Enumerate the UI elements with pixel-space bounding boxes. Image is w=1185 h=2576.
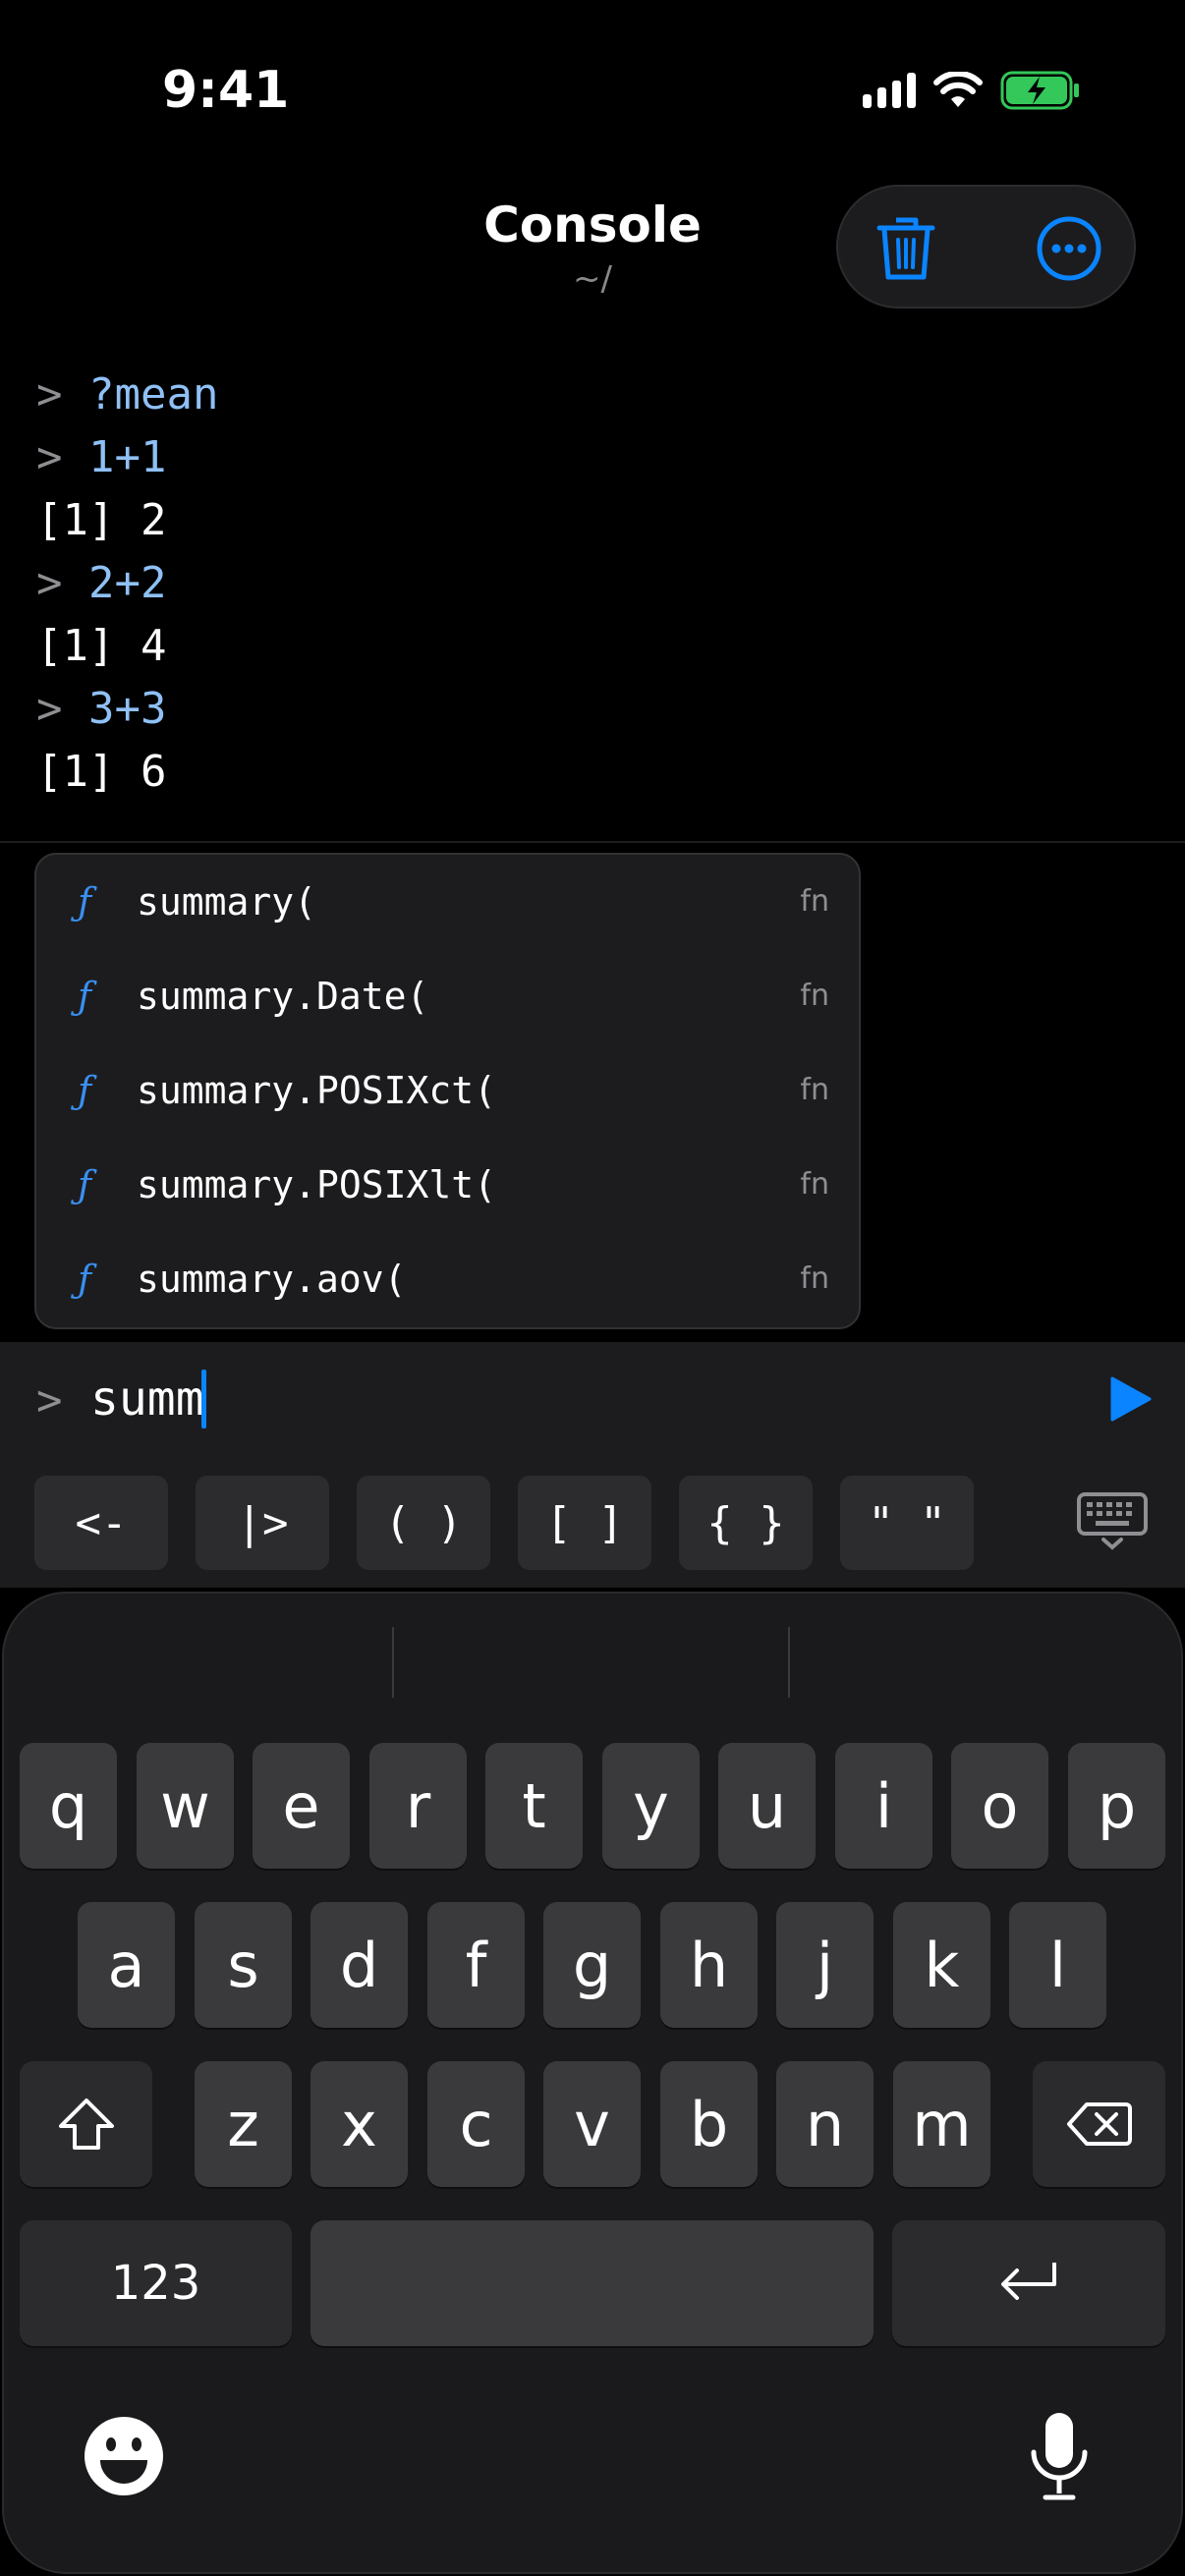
key-k[interactable]: k xyxy=(893,1902,990,2028)
key-v[interactable]: v xyxy=(543,2061,641,2187)
console-line: > 1+1 xyxy=(36,432,167,482)
key-g[interactable]: g xyxy=(543,1902,641,2028)
status-time: 9:41 xyxy=(162,61,290,120)
console-line: > ?mean xyxy=(36,369,219,420)
emoji-button[interactable] xyxy=(83,2415,165,2501)
key-n[interactable]: n xyxy=(776,2061,874,2187)
clear-console-button[interactable] xyxy=(872,214,940,283)
autocomplete-list: ƒ summary( fn ƒ summary.Date( fn ƒ summa… xyxy=(34,853,861,1329)
autocomplete-item[interactable]: ƒ summary.POSIXlt( fn xyxy=(36,1138,859,1232)
key-r[interactable]: r xyxy=(369,1743,467,1869)
console-line: > 2+2 xyxy=(36,558,167,608)
return-icon xyxy=(1001,2263,1056,2300)
autocomplete-item[interactable]: ƒ summary.aov( fn xyxy=(36,1232,859,1326)
assign-key[interactable]: <- xyxy=(34,1476,168,1570)
quotes-key[interactable]: " " xyxy=(840,1476,974,1570)
divider xyxy=(0,841,1185,843)
trash-icon xyxy=(876,217,935,280)
autocomplete-item[interactable]: ƒ summary.POSIXct( fn xyxy=(36,1043,859,1138)
emoji-icon xyxy=(85,2417,163,2495)
dictation-button[interactable] xyxy=(1028,2411,1091,2507)
console-line: [1] 4 xyxy=(36,621,167,671)
hide-keyboard-button[interactable] xyxy=(1076,1491,1149,1550)
key-e[interactable]: e xyxy=(253,1743,350,1869)
more-options-button[interactable] xyxy=(1035,214,1103,283)
key-u[interactable]: u xyxy=(718,1743,816,1869)
shift-key[interactable] xyxy=(20,2061,152,2187)
console-line: [1] 6 xyxy=(36,747,167,797)
text-caret xyxy=(201,1370,206,1428)
microphone-icon xyxy=(1031,2413,1088,2500)
brackets-key[interactable]: [ ] xyxy=(518,1476,651,1570)
key-a[interactable]: a xyxy=(78,1902,175,2028)
backspace-icon xyxy=(1066,2102,1132,2146)
key-j[interactable]: j xyxy=(776,1902,874,2028)
wifi-icon xyxy=(933,72,983,107)
suggestion-divider xyxy=(392,1627,394,1698)
battery-charging-icon xyxy=(1000,71,1079,110)
command-input[interactable]: summ xyxy=(90,1372,204,1427)
key-t[interactable]: t xyxy=(485,1743,583,1869)
key-w[interactable]: w xyxy=(137,1743,234,1869)
ellipsis-circle-icon xyxy=(1037,216,1101,281)
key-q[interactable]: q xyxy=(20,1743,117,1869)
key-h[interactable]: h xyxy=(660,1902,758,2028)
play-icon xyxy=(1110,1376,1152,1422)
status-icons xyxy=(863,71,1081,110)
autocomplete-item[interactable]: ƒ summary.Date( fn xyxy=(36,949,859,1043)
function-icon: ƒ xyxy=(78,1069,92,1112)
shift-icon xyxy=(58,2099,114,2150)
keyboard-icon xyxy=(1077,1492,1148,1550)
suggestion-divider xyxy=(788,1627,790,1698)
run-button[interactable] xyxy=(1106,1375,1154,1423)
key-z[interactable]: z xyxy=(195,2061,292,2187)
function-icon: ƒ xyxy=(78,880,92,924)
key-o[interactable]: o xyxy=(951,1743,1048,1869)
parentheses-key[interactable]: ( ) xyxy=(357,1476,490,1570)
input-prompt: > xyxy=(36,1375,63,1426)
key-s[interactable]: s xyxy=(195,1902,292,2028)
console-output: > ?mean > 1+1 [1] 2 > 2+2 [1] 4 > 3+3 [1… xyxy=(36,364,218,804)
autocomplete-item[interactable]: ƒ summary( fn xyxy=(36,855,859,949)
symbol-bar: <- |> ( ) [ ] { } " " xyxy=(34,1476,974,1570)
key-i[interactable]: i xyxy=(835,1743,932,1869)
numbers-key[interactable]: 123 xyxy=(20,2220,292,2346)
function-icon: ƒ xyxy=(78,975,92,1018)
key-p[interactable]: p xyxy=(1068,1743,1165,1869)
key-d[interactable]: d xyxy=(310,1902,408,2028)
key-y[interactable]: y xyxy=(602,1743,700,1869)
key-b[interactable]: b xyxy=(660,2061,758,2187)
return-key[interactable] xyxy=(892,2220,1165,2346)
key-c[interactable]: c xyxy=(427,2061,525,2187)
function-icon: ƒ xyxy=(78,1258,92,1301)
key-l[interactable]: l xyxy=(1009,1902,1106,2028)
cellular-signal-icon xyxy=(863,73,916,108)
key-x[interactable]: x xyxy=(310,2061,408,2187)
key-f[interactable]: f xyxy=(427,1902,525,2028)
toolbar xyxy=(836,185,1136,308)
console-line: [1] 2 xyxy=(36,495,167,545)
function-icon: ƒ xyxy=(78,1163,92,1206)
braces-key[interactable]: { } xyxy=(679,1476,813,1570)
pipe-key[interactable]: |> xyxy=(196,1476,329,1570)
key-m[interactable]: m xyxy=(893,2061,990,2187)
space-key[interactable] xyxy=(310,2220,874,2346)
delete-key[interactable] xyxy=(1033,2061,1165,2187)
console-line: > 3+3 xyxy=(36,684,167,734)
